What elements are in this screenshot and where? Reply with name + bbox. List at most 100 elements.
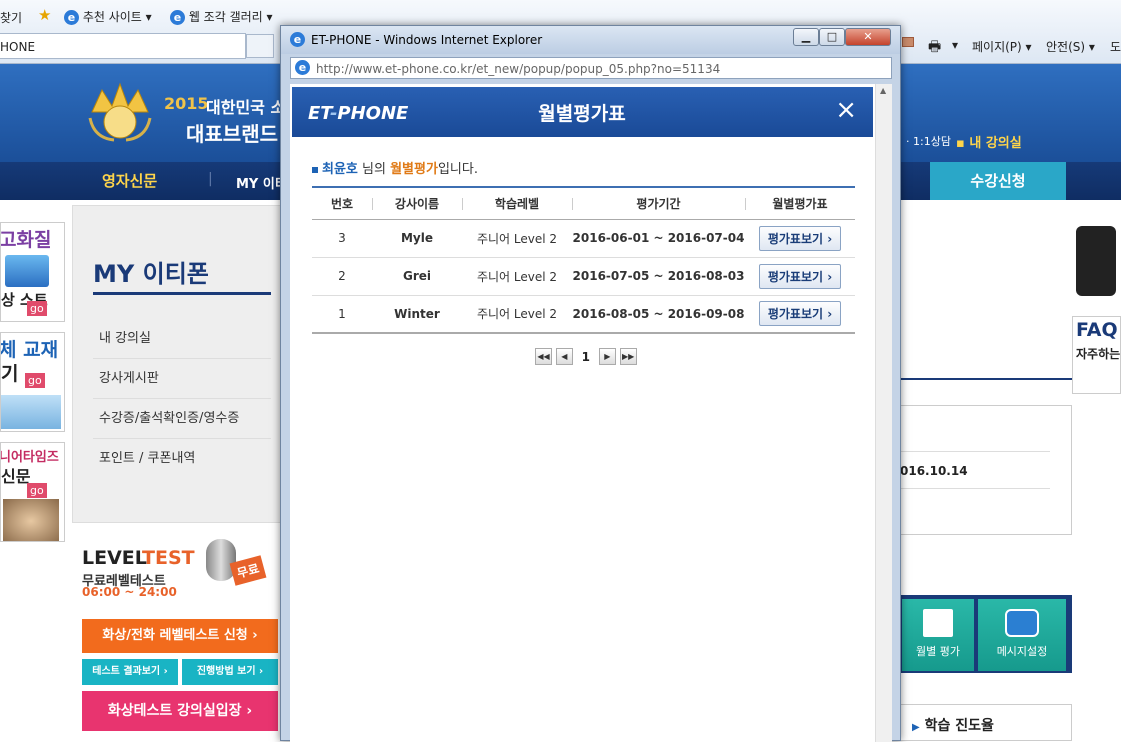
- browser-tab[interactable]: HONE: [0, 33, 246, 59]
- sidebar-item-teacher-board[interactable]: 강사게시판: [93, 359, 271, 399]
- magazine-cover-image: [3, 499, 59, 541]
- cell-teacher: Myle: [372, 219, 462, 258]
- progress-box: ▶ 학습 진도율: [900, 704, 1072, 741]
- favorites-link-recommended[interactable]: e 추천 사이트 ▾: [64, 8, 152, 25]
- popup-window: e ET-PHONE - Windows Internet Explorer ▁…: [280, 25, 901, 742]
- go-badge: go: [27, 301, 47, 316]
- level-test-time: 06:00 ~ 24:00: [82, 585, 177, 599]
- header-separator: [372, 198, 373, 210]
- banner-year: 2015: [164, 94, 209, 113]
- nav-divider: |: [208, 171, 213, 187]
- cell-level: 주니어 Level 2: [462, 295, 572, 334]
- popup-scrollbar[interactable]: ▲: [875, 84, 892, 742]
- col-teacher: 강사이름: [372, 186, 462, 220]
- table-row: 2 Grei 주니어 Level 2 2016-07-05 ~ 2016-08-…: [312, 257, 855, 296]
- nav-english-news[interactable]: 영자신문: [102, 170, 157, 191]
- scroll-up-icon[interactable]: ▲: [880, 86, 886, 95]
- view-eval-button[interactable]: 평가표보기 ›: [758, 301, 842, 327]
- favorites-link-web-slice[interactable]: e 웹 조각 갤러리 ▾: [170, 8, 273, 25]
- cell-eval: 평가표보기 ›: [745, 295, 855, 334]
- et-phone-logo: ET-PHONE: [308, 103, 409, 124]
- mail-icon[interactable]: [902, 37, 914, 47]
- view-eval-button[interactable]: 평가표보기 ›: [758, 225, 842, 251]
- maximize-button[interactable]: □: [819, 28, 845, 46]
- header-separator: [572, 198, 573, 210]
- test-method-button[interactable]: 진행방법 보기 ›: [182, 659, 278, 685]
- intro-mid: 님의: [362, 162, 386, 177]
- monitor-icon: [5, 255, 49, 287]
- banner-line2: 대표브랜드: [186, 122, 278, 146]
- prev-page-button[interactable]: ◀: [555, 348, 573, 365]
- window-close-button[interactable]: ✕: [845, 28, 891, 46]
- favorites-link-label: 웹 조각 갤러리: [188, 10, 263, 24]
- test-result-button[interactable]: 테스트 결과보기 ›: [82, 659, 178, 685]
- sidebar-item-points-coupons[interactable]: 포인트 / 쿠폰내역: [93, 439, 271, 479]
- info-date: 016.10.14: [900, 464, 968, 478]
- new-tab-button[interactable]: [246, 34, 274, 58]
- sidebar-item-certificates[interactable]: 수강증/출석확인증/영수증: [93, 399, 271, 439]
- next-page-button[interactable]: ▶: [598, 348, 616, 365]
- find-label[interactable]: 찾기: [0, 9, 22, 26]
- cell-number: 3: [312, 219, 372, 258]
- go-badge: go: [27, 483, 47, 498]
- hd-video-banner[interactable]: 고화질 상 스트 go: [0, 222, 65, 322]
- last-page-button[interactable]: ▶▶: [619, 348, 637, 365]
- info-box: 016.10.14: [900, 405, 1072, 535]
- address-url: http://www.et-phone.co.kr/et_new/popup/p…: [316, 62, 721, 76]
- cell-number: 1: [312, 295, 372, 334]
- level-test-title-b: TEST: [142, 547, 195, 569]
- ie-icon: e: [64, 10, 79, 25]
- faq-title: FAQ: [1076, 319, 1118, 341]
- level-test-panel: LEVEL TEST 무료레벨테스트 06:00 ~ 24:00 무료 화상/전…: [72, 533, 282, 741]
- info-divider: [900, 488, 1050, 489]
- menu-page[interactable]: 페이지(P) ▾: [972, 38, 1032, 55]
- smartphone-icon: [1076, 226, 1116, 296]
- dropdown-arrow-icon: ▾: [266, 10, 273, 24]
- cell-teacher: Grei: [372, 257, 462, 296]
- menu-tools-partial[interactable]: 도: [1110, 38, 1121, 55]
- col-level: 학습레벨: [462, 186, 572, 220]
- sidebar-item-my-classroom[interactable]: 내 강의실: [93, 319, 271, 359]
- message-icon: [1005, 609, 1039, 637]
- link-my-classroom[interactable]: ▪ 내 강의실: [956, 132, 1022, 151]
- go-badge: go: [25, 373, 45, 388]
- level-test-title-a: LEVEL: [82, 547, 147, 569]
- junior-times-banner[interactable]: 니어타임즈 신문 go: [0, 442, 65, 542]
- link-1to1-counsel[interactable]: · 1:1상담: [906, 133, 951, 149]
- faq-banner[interactable]: FAQ 자주하는: [1072, 316, 1121, 394]
- faq-sub: 자주하는: [1076, 347, 1121, 361]
- cell-number: 2: [312, 257, 372, 296]
- view-eval-button[interactable]: 평가표보기 ›: [758, 263, 842, 289]
- cell-eval: 평가표보기 ›: [745, 257, 855, 296]
- pagination: ◀◀ ◀ 1 ▶ ▶▶: [535, 348, 637, 366]
- table-row: 1 Winter 주니어 Level 2 2016-08-05 ~ 2016-0…: [312, 295, 855, 334]
- banner-text: 고화질: [0, 229, 52, 251]
- video-test-enter-button[interactable]: 화상테스트 강의실입장 ›: [82, 691, 278, 731]
- popup-titlebar[interactable]: e ET-PHONE - Windows Internet Explorer ▁…: [281, 26, 900, 54]
- favorites-link-label: 추천 사이트: [82, 10, 142, 24]
- close-icon[interactable]: ×: [835, 97, 857, 123]
- intro-highlight: 월별평가: [390, 162, 438, 177]
- sidebar-title-underline: [93, 292, 271, 295]
- level-test-apply-button[interactable]: 화상/전화 레벨테스트 신청 ›: [82, 619, 278, 653]
- bullet-icon: [312, 166, 318, 173]
- favorites-star-icon[interactable]: ★: [38, 6, 51, 24]
- print-icon[interactable]: 🖶: [928, 36, 941, 60]
- banner-line1: 대한민국 소: [206, 98, 286, 117]
- minimize-button[interactable]: ▁: [793, 28, 819, 46]
- col-period: 평가기간: [572, 186, 745, 220]
- menu-safety[interactable]: 안전(S) ▾: [1046, 38, 1095, 55]
- cell-level: 주니어 Level 2: [462, 257, 572, 296]
- tile-monthly-eval[interactable]: 월별 평가: [902, 599, 974, 671]
- address-bar[interactable]: e http://www.et-phone.co.kr/et_new/popup…: [290, 57, 892, 79]
- current-page[interactable]: 1: [577, 350, 595, 364]
- tile-message-settings[interactable]: 메시지설정: [978, 599, 1066, 671]
- cell-teacher: Winter: [372, 295, 462, 334]
- intro-end: 입니다.: [437, 162, 478, 177]
- first-page-button[interactable]: ◀◀: [535, 348, 552, 365]
- dropdown-arrow-icon[interactable]: ▾: [952, 38, 958, 52]
- dropdown-arrow-icon: ▾: [145, 10, 152, 24]
- table-header-row: 번호 강사이름 학습레벨 평가기간 월별평가표: [312, 186, 855, 220]
- register-course-button[interactable]: 수강신청: [930, 162, 1066, 200]
- textbook-banner[interactable]: 체 교재 기 go: [0, 332, 65, 432]
